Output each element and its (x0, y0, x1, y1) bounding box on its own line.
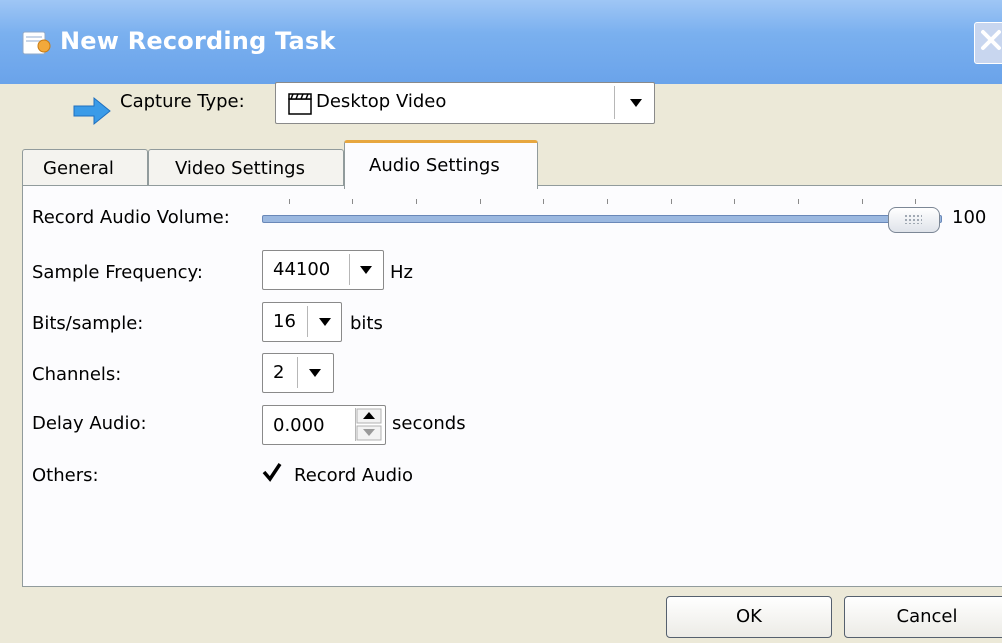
slider-tick (862, 199, 863, 204)
record-audio-volume-label: Record Audio Volume: (32, 207, 230, 228)
tab-general[interactable]: General (22, 149, 148, 186)
slider-tick (734, 199, 735, 204)
select-divider (349, 254, 350, 285)
volume-value: 100 (952, 207, 987, 228)
select-divider (297, 357, 298, 388)
record-audio-label[interactable]: Record Audio (294, 465, 413, 486)
audio-settings-panel (22, 185, 1002, 587)
select-divider (614, 86, 615, 119)
slider-tick (289, 199, 290, 204)
tab-video-settings[interactable]: Video Settings (148, 149, 344, 186)
chevron-down-icon (319, 318, 331, 326)
delay-audio-label: Delay Audio: (32, 413, 147, 434)
select-divider (307, 306, 308, 337)
bits-per-sample-select[interactable]: 16 (262, 302, 342, 342)
bits-per-sample-label: Bits/sample: (32, 313, 144, 334)
close-icon (981, 30, 1001, 50)
close-button[interactable] (974, 22, 1002, 64)
channels-value: 2 (273, 362, 285, 383)
new-recording-task-dialog: New Recording Task Capture Type: Desktop… (0, 0, 1002, 643)
ok-button[interactable]: OK (666, 596, 832, 638)
slider-tick (798, 199, 799, 204)
arrow-right-icon (73, 96, 111, 126)
volume-slider-track[interactable] (262, 215, 942, 223)
slider-tick (671, 199, 672, 204)
channels-label: Channels: (32, 364, 122, 385)
sample-frequency-select[interactable]: 44100 (262, 250, 384, 290)
spin-down-icon[interactable] (356, 425, 382, 441)
tab-video-settings-label: Video Settings (175, 158, 305, 179)
title-bar[interactable]: New Recording Task (0, 0, 1002, 84)
bits-per-sample-value: 16 (273, 311, 296, 332)
capture-type-select[interactable]: Desktop Video (275, 82, 655, 124)
bits-per-sample-unit: bits (350, 313, 383, 334)
spin-up-icon[interactable] (356, 408, 382, 424)
spinner-buttons[interactable] (355, 408, 382, 441)
cancel-button[interactable]: Cancel (844, 596, 1002, 638)
chevron-down-icon (360, 266, 372, 274)
slider-tick (416, 199, 417, 204)
chevron-down-icon (309, 369, 321, 377)
clapperboard-icon (288, 93, 312, 115)
delay-audio-spinner[interactable]: 0.000 (262, 405, 386, 445)
others-label: Others: (32, 465, 99, 486)
capture-type-label: Capture Type: (120, 91, 245, 112)
tab-general-label: General (43, 158, 114, 179)
record-audio-checkbox[interactable] (262, 462, 282, 482)
slider-tick (352, 199, 353, 204)
sample-frequency-label: Sample Frequency: (32, 262, 203, 283)
slider-tick (543, 199, 544, 204)
slider-tick (915, 199, 916, 204)
slider-tick (607, 199, 608, 204)
delay-audio-unit: seconds (392, 413, 466, 434)
grip-icon (904, 214, 922, 224)
window-title: New Recording Task (60, 27, 336, 55)
slider-tick (480, 199, 481, 204)
recording-task-icon (22, 31, 51, 55)
delay-audio-value: 0.000 (273, 415, 325, 436)
sample-frequency-unit: Hz (390, 262, 413, 283)
channels-select[interactable]: 2 (262, 353, 334, 393)
tab-audio-settings-label: Audio Settings (369, 155, 500, 176)
capture-type-value: Desktop Video (316, 91, 447, 112)
volume-slider-thumb[interactable] (888, 207, 940, 233)
chevron-down-icon (630, 99, 642, 107)
tab-audio-settings[interactable]: Audio Settings (344, 140, 538, 189)
sample-frequency-value: 44100 (273, 259, 331, 280)
